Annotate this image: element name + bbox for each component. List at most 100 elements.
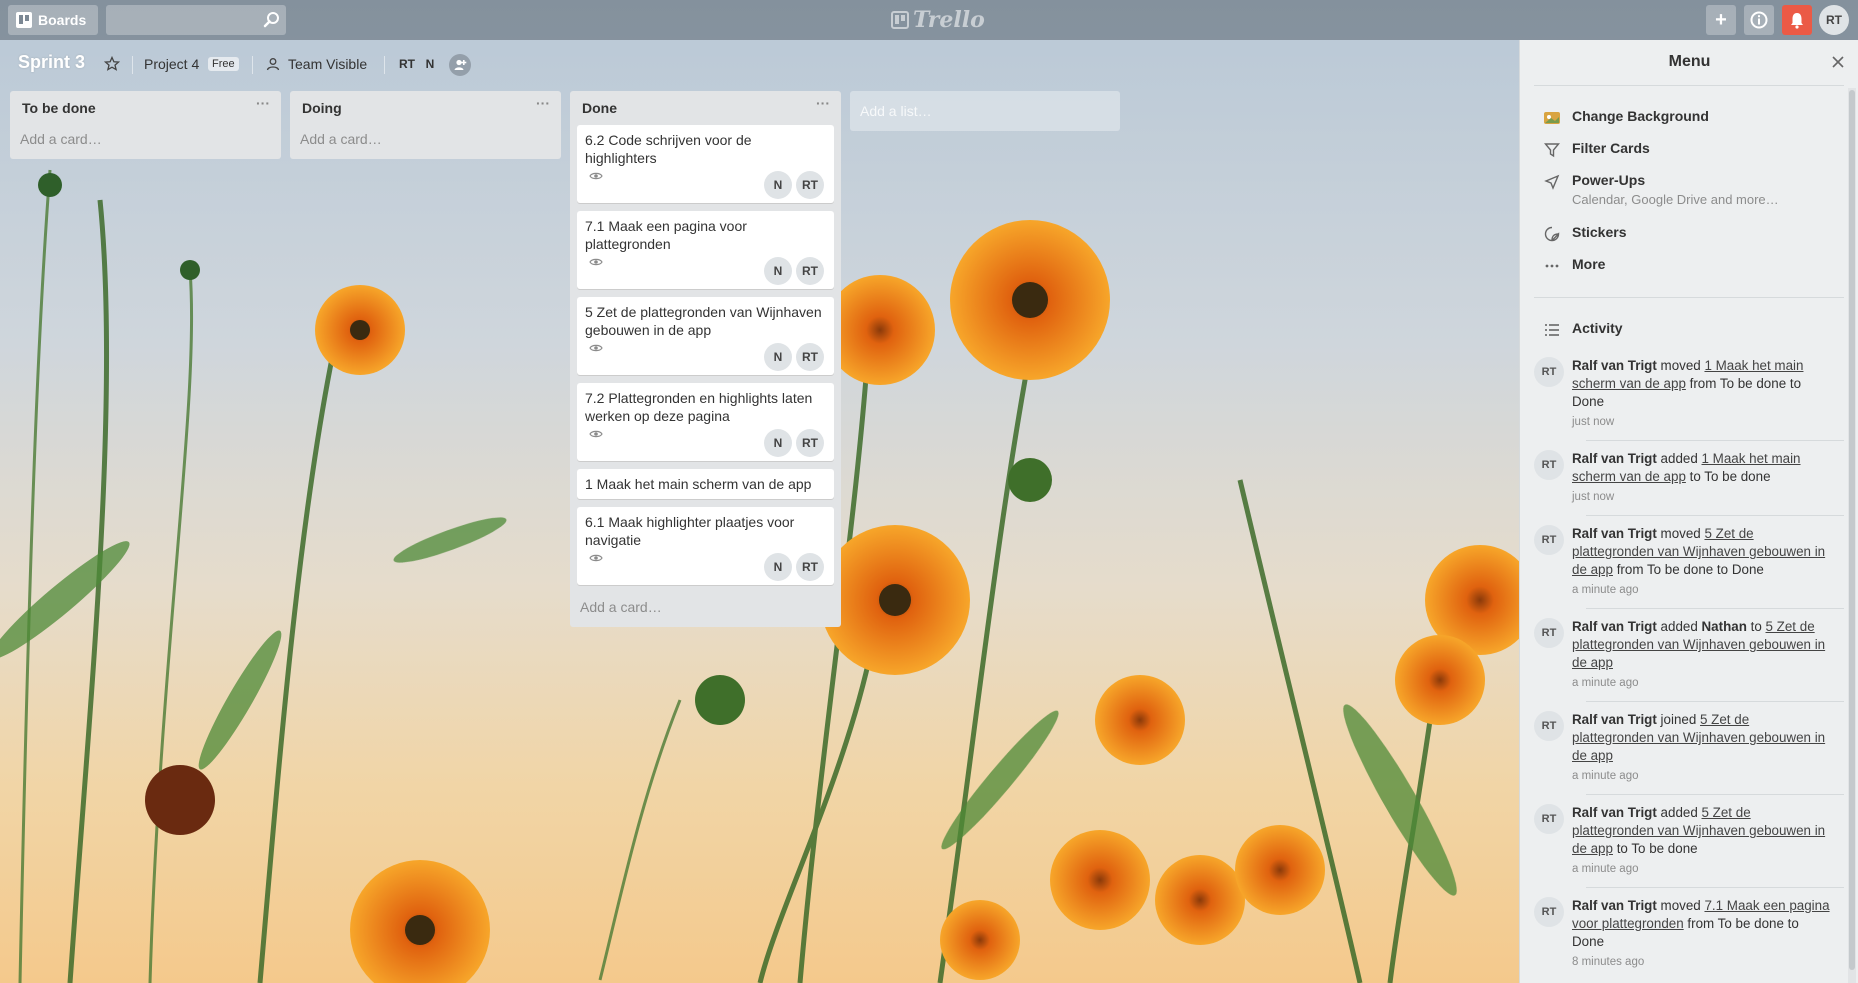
menu-scrollbar-thumb[interactable] [1849,90,1855,970]
add-card-link[interactable]: Add a card… [570,593,841,627]
list-title[interactable]: Doing [290,91,561,125]
activity-heading: Activity [1542,320,1623,340]
card-member-avatar[interactable]: RT [796,171,824,199]
card-member-avatar[interactable]: N [764,553,792,581]
close-icon[interactable] [1830,54,1846,70]
menu-item-label: Stickers [1572,224,1627,240]
divider [1586,794,1844,795]
activity-text: Ralf van Trigt added Nathan to 5 Zet de … [1572,618,1834,692]
notifications-button[interactable] [1782,5,1812,35]
visibility-setting[interactable]: Team Visible [288,56,367,72]
activity-rest: to To be done [1612,841,1698,856]
trello-logo[interactable]: Trello [891,7,985,33]
board-title[interactable]: Sprint 3 [18,52,85,73]
activity-avatar[interactable]: RT [1534,450,1564,480]
card-title: 6.1 Maak highlighter plaatjes voor navig… [585,514,795,548]
list-menu-icon[interactable]: ··· [815,96,831,115]
activity-avatar[interactable]: RT [1534,357,1564,387]
card-member-avatar[interactable]: N [764,429,792,457]
activity-text: Ralf van Trigt joined 5 Zet de plattegro… [1572,711,1834,785]
card-title: 5 Zet de plattegronden van Wijnhaven geb… [585,304,822,338]
divider [384,56,385,74]
add-card-link[interactable]: Add a card… [10,125,281,159]
menu-item-power-ups[interactable]: Power-Ups Calendar, Google Drive and mor… [1542,172,1779,207]
card-badges: N RT [585,427,826,457]
board-member-avatar[interactable]: N [422,53,438,75]
card-member-avatar[interactable]: RT [796,257,824,285]
search-input[interactable] [106,5,286,35]
user-avatar[interactable]: RT [1819,5,1849,35]
list-title[interactable]: Done [570,91,841,125]
activity-time[interactable]: a minute ago [1572,674,1834,692]
activity-user[interactable]: Ralf van Trigt [1572,619,1657,634]
card[interactable]: 1 Maak het main scherm van de app [577,469,834,499]
activity-avatar[interactable]: RT [1534,525,1564,555]
org-name[interactable]: Project 4 [144,56,199,72]
activity-member[interactable]: Nathan [1702,619,1747,634]
create-button[interactable]: + [1706,5,1736,35]
divider [1586,701,1844,702]
org-plan-badge: Free [208,57,239,71]
card-member-avatar[interactable]: N [764,257,792,285]
card[interactable]: 6.1 Maak highlighter plaatjes voor navig… [577,507,834,585]
card-title: 6.2 Code schrijven voor de highlighters [585,132,752,166]
activity-time[interactable]: a minute ago [1572,860,1834,878]
activity-user[interactable]: Ralf van Trigt [1572,451,1657,466]
list-menu-icon[interactable]: ··· [255,96,271,115]
card-member-avatar[interactable]: RT [796,553,824,581]
add-member-button[interactable] [449,54,471,76]
add-list-button[interactable]: Add a list… [850,91,1120,131]
add-card-link[interactable]: Add a card… [290,125,561,159]
activity-avatar[interactable]: RT [1534,711,1564,741]
top-header: Boards Trello + RT [0,0,1858,40]
activity-user[interactable]: Ralf van Trigt [1572,526,1657,541]
boards-button[interactable]: Boards [8,5,98,35]
card[interactable]: 7.1 Maak een pagina voor plattegronden N… [577,211,834,289]
activity-user[interactable]: Ralf van Trigt [1572,712,1657,727]
info-button[interactable] [1744,5,1774,35]
activity-text: Ralf van Trigt moved 1 Maak het main sch… [1572,357,1834,431]
menu-item-change-background[interactable]: Change Background [1542,108,1709,128]
menu-item-stickers[interactable]: Stickers [1542,224,1626,244]
card[interactable]: 6.2 Code schrijven voor de highlighters … [577,125,834,203]
activity-time[interactable]: a minute ago [1572,767,1834,785]
eye-icon [589,258,603,266]
card-member-avatar[interactable]: RT [796,343,824,371]
divider [132,56,133,74]
divider [1586,608,1844,609]
activity-avatar[interactable]: RT [1534,804,1564,834]
activity-time[interactable]: a minute ago [1572,581,1834,599]
list-title[interactable]: To be done [10,91,281,125]
activity-avatar[interactable]: RT [1534,618,1564,648]
activity-user[interactable]: Ralf van Trigt [1572,805,1657,820]
activity-text: Ralf van Trigt moved 7.1 Maak een pagina… [1572,897,1834,971]
trello-logo-icon [891,11,909,29]
board-menu-sidebar: Menu Change Background Filter Cards Powe… [1519,40,1858,983]
sticker-icon [1542,224,1562,244]
menu-item-subtitle: Calendar, Google Drive and more… [1572,192,1779,207]
card-member-avatar[interactable]: RT [796,429,824,457]
eye-icon [589,344,603,352]
activity-action: moved [1656,358,1705,373]
card-title: 1 Maak het main scherm van de app [585,476,812,492]
card[interactable]: 7.2 Plattegronden en highlights laten we… [577,383,834,461]
search-icon[interactable] [263,11,281,29]
board-member-avatar[interactable]: RT [396,53,418,75]
activity-avatar[interactable]: RT [1534,897,1564,927]
bell-icon [1791,13,1803,29]
activity-user[interactable]: Ralf van Trigt [1572,358,1657,373]
card[interactable]: 5 Zet de plattegronden van Wijnhaven geb… [577,297,834,375]
list-menu-icon[interactable]: ··· [535,96,551,115]
card-badges: N RT [585,341,826,371]
menu-item-more[interactable]: More [1542,256,1605,276]
activity-time[interactable]: 8 minutes ago [1572,953,1834,971]
activity-time[interactable]: just now [1572,413,1834,431]
menu-item-filter-cards[interactable]: Filter Cards [1542,140,1650,160]
card-member-avatar[interactable]: N [764,343,792,371]
star-icon[interactable] [104,56,120,72]
card-member-avatar[interactable]: N [764,171,792,199]
menu-item-label: Power-Ups [1572,172,1646,188]
activity-user[interactable]: Ralf van Trigt [1572,898,1657,913]
activity-time[interactable]: just now [1572,488,1834,506]
plus-icon: + [1715,8,1727,31]
